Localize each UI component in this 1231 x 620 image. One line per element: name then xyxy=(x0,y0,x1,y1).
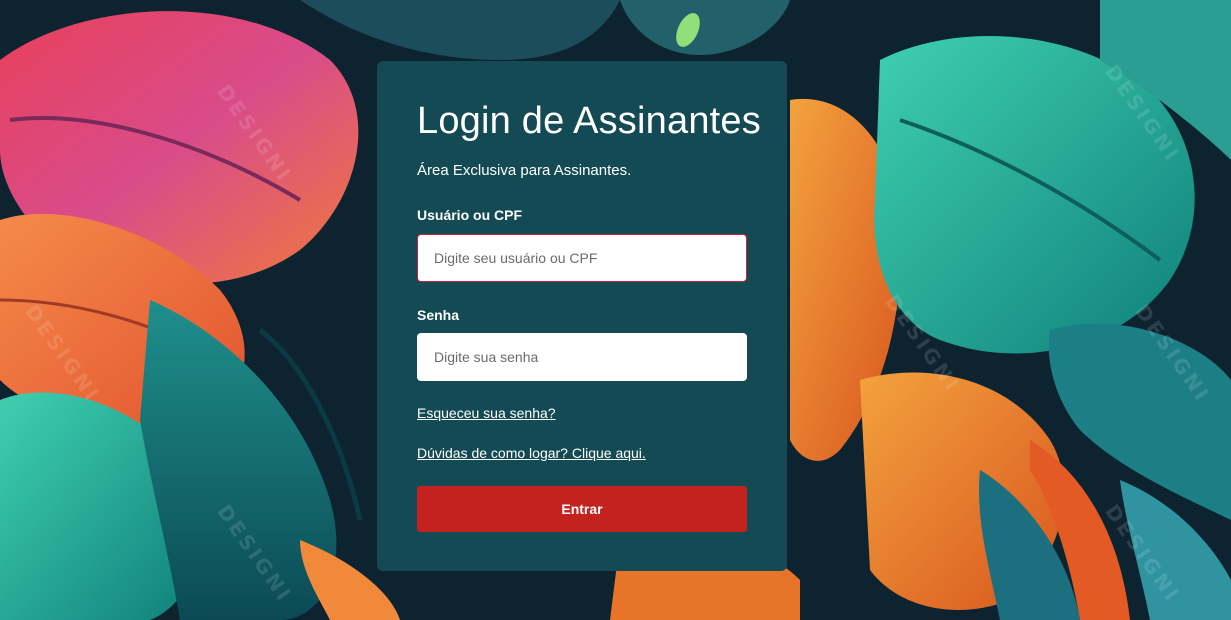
forgot-password-link[interactable]: Esqueceu sua senha? xyxy=(417,404,556,422)
username-label: Usuário ou CPF xyxy=(417,207,523,223)
submit-button[interactable]: Entrar xyxy=(417,486,747,532)
login-title: Login de Assinantes xyxy=(417,100,761,142)
login-help-link[interactable]: Dúvidas de como logar? Clique aqui. xyxy=(417,444,646,462)
login-page: DESIGNI DESIGNI DESIGNI DESIGNI DESIGNI … xyxy=(0,0,1231,620)
username-input[interactable] xyxy=(417,234,747,282)
password-input[interactable] xyxy=(417,333,747,381)
password-label: Senha xyxy=(417,307,460,323)
login-card: Login de Assinantes Área Exclusiva para … xyxy=(377,61,787,571)
login-subtitle: Área Exclusiva para Assinantes. xyxy=(417,162,632,179)
